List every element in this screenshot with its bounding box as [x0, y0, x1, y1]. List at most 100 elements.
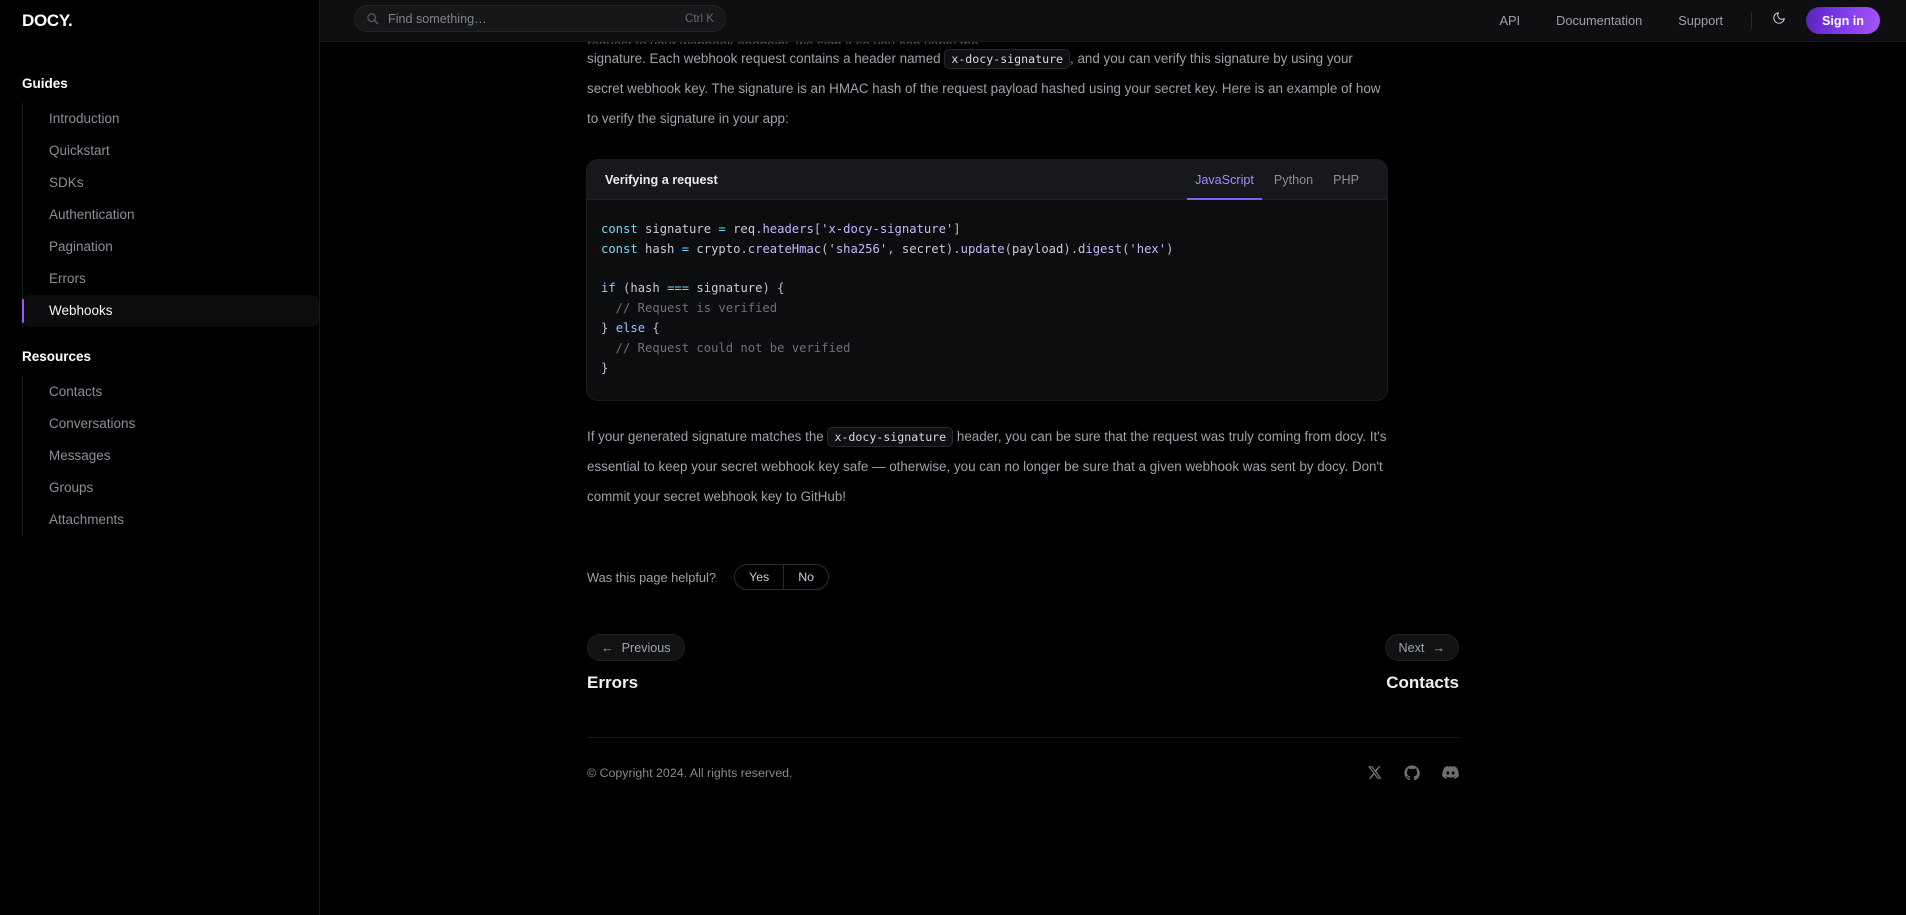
code-line: } else { — [601, 319, 1373, 339]
code-block-title: Verifying a request — [605, 172, 718, 187]
sidebar-item-quickstart[interactable]: Quickstart — [23, 135, 319, 167]
theme-toggle-button[interactable] — [1766, 8, 1792, 34]
inline-code-header-name: x-docy-signature — [944, 49, 1071, 69]
code-token-function: createHmac — [747, 241, 822, 256]
code-token-variable: signature — [689, 281, 763, 296]
github-icon[interactable] — [1404, 765, 1420, 781]
code-token-keyword: else — [615, 320, 646, 335]
code-token-punct: ] — [953, 222, 961, 236]
code-token-punct: ) — [1063, 241, 1071, 256]
feedback-no-button[interactable]: No — [784, 565, 828, 589]
tab-python[interactable]: Python — [1264, 160, 1323, 200]
code-token-punct: ( — [615, 281, 631, 296]
social-links — [1367, 764, 1459, 781]
sidebar-item-introduction[interactable]: Introduction — [23, 103, 319, 135]
code-token-punct: } — [601, 360, 609, 375]
code-token-keyword: const — [601, 222, 638, 236]
sidebar-item-pagination[interactable]: Pagination — [23, 231, 319, 263]
top-header: Find something… Ctrl K API Documentation… — [320, 0, 1906, 42]
sidebar-item-errors[interactable]: Errors — [23, 263, 319, 295]
code-block-body: const signature = req.headers['x-docy-si… — [587, 200, 1387, 400]
sidebar: DOCY. Guides Introduction Quickstart SDK… — [0, 0, 320, 915]
code-block-header: Verifying a request JavaScript Python PH… — [587, 160, 1387, 200]
code-token-property: headers — [762, 222, 814, 236]
code-token-string: 'hex' — [1129, 241, 1167, 256]
page-navigation: ← Previous Errors Next → Contacts — [587, 634, 1459, 693]
code-line-comment: // Request could not be verified — [601, 339, 1373, 359]
code-block: Verifying a request JavaScript Python PH… — [587, 160, 1387, 401]
code-language-tabs: JavaScript Python PHP — [1185, 160, 1369, 200]
header-link-support[interactable]: Support — [1660, 13, 1741, 28]
next-page-group: Next → Contacts — [1384, 634, 1459, 693]
sidebar-item-groups[interactable]: Groups — [23, 472, 319, 504]
brand-logo[interactable]: DOCY. — [0, 0, 319, 42]
sidebar-section-guides: Guides Introduction Quickstart SDKs Auth… — [0, 76, 319, 327]
copyright-text: © Copyright 2024. All rights reserved. — [587, 765, 793, 780]
search-shortcut-hint: Ctrl K — [685, 12, 714, 25]
article: request to your webhook endpoint, we sig… — [587, 0, 1459, 781]
next-label: Next — [1398, 640, 1425, 655]
code-token-punct: . — [953, 241, 961, 256]
code-token-punct: { — [645, 320, 660, 335]
previous-page-group: ← Previous Errors — [587, 634, 685, 693]
code-token-function: update — [960, 241, 1005, 256]
app-root: DOCY. Guides Introduction Quickstart SDK… — [0, 0, 1906, 915]
main-content: request to your webhook endpoint, we sig… — [320, 0, 1906, 915]
next-page-button[interactable]: Next → — [1384, 634, 1459, 662]
code-token-punct: . — [740, 241, 748, 256]
sidebar-nav: Guides Introduction Quickstart SDKs Auth… — [0, 42, 319, 536]
paragraph-signature-match: If your generated signature matches the … — [587, 422, 1387, 512]
sidebar-section-title: Guides — [22, 76, 68, 91]
sidebar-item-attachments[interactable]: Attachments — [23, 504, 319, 536]
code-token-comment: // Request is verified — [601, 301, 778, 316]
code-token-operator: === — [667, 281, 690, 296]
code-token-punct: ( — [1004, 241, 1012, 256]
feedback-question: Was this page helpful? — [587, 569, 716, 585]
signin-button[interactable]: Sign in — [1806, 7, 1880, 34]
moon-icon — [1772, 11, 1786, 30]
previous-page-title[interactable]: Errors — [587, 673, 685, 693]
previous-label: Previous — [621, 640, 671, 655]
paragraph-text: If your generated signature matches the — [587, 429, 824, 445]
code-token-object: req — [725, 222, 756, 236]
code-token-punct: , — [887, 241, 902, 256]
sidebar-item-webhooks[interactable]: Webhooks — [22, 295, 319, 327]
sidebar-item-contacts[interactable]: Contacts — [23, 376, 319, 408]
arrow-right-icon: → — [1432, 640, 1445, 655]
code-line: const hash = crypto.createHmac('sha256',… — [601, 240, 1373, 260]
paragraph-text: signature. Each webhook request contains… — [587, 51, 941, 66]
search-input[interactable]: Find something… Ctrl K — [354, 5, 726, 32]
header-link-documentation[interactable]: Documentation — [1538, 13, 1660, 28]
brand-name: DOCY. — [22, 11, 73, 30]
sidebar-item-conversations[interactable]: Conversations — [23, 408, 319, 440]
code-token-string: 'sha256' — [828, 241, 888, 256]
code-token-comment: // Request could not be verified — [601, 340, 851, 355]
previous-page-button[interactable]: ← Previous — [587, 634, 685, 662]
header-link-api[interactable]: API — [1481, 13, 1538, 28]
code-token-variable: signature — [637, 222, 719, 236]
code-token-punct: ) { — [762, 281, 785, 296]
sidebar-list-guides: Introduction Quickstart SDKs Authenticat… — [22, 103, 319, 327]
code-line: if (hash === signature) { — [601, 279, 1373, 299]
discord-icon[interactable] — [1442, 764, 1459, 781]
sidebar-item-sdks[interactable]: SDKs — [23, 167, 319, 199]
sidebar-item-authentication[interactable]: Authentication — [23, 199, 319, 231]
code-token-punct: } — [601, 320, 616, 335]
code-token-variable: secret — [901, 241, 946, 256]
code-token-keyword: if — [601, 281, 616, 296]
tab-javascript[interactable]: JavaScript — [1185, 160, 1264, 200]
code-line: } — [601, 359, 1373, 379]
header-actions: API Documentation Support Sign in — [1481, 7, 1880, 34]
feedback-yes-button[interactable]: Yes — [735, 565, 783, 589]
tab-php[interactable]: PHP — [1323, 160, 1369, 200]
sidebar-item-messages[interactable]: Messages — [23, 440, 319, 472]
code-line: const signature = req.headers['x-docy-si… — [601, 220, 1373, 240]
paragraph-signature-intro: signature. Each webhook request contains… — [587, 44, 1387, 134]
x-twitter-icon[interactable] — [1367, 765, 1382, 780]
search-icon — [366, 12, 379, 25]
search-placeholder: Find something… — [388, 11, 487, 26]
next-page-title[interactable]: Contacts — [1385, 673, 1459, 693]
code-token-punct: . — [1070, 241, 1079, 256]
code-token-string: 'x-docy-signature' — [821, 222, 954, 236]
